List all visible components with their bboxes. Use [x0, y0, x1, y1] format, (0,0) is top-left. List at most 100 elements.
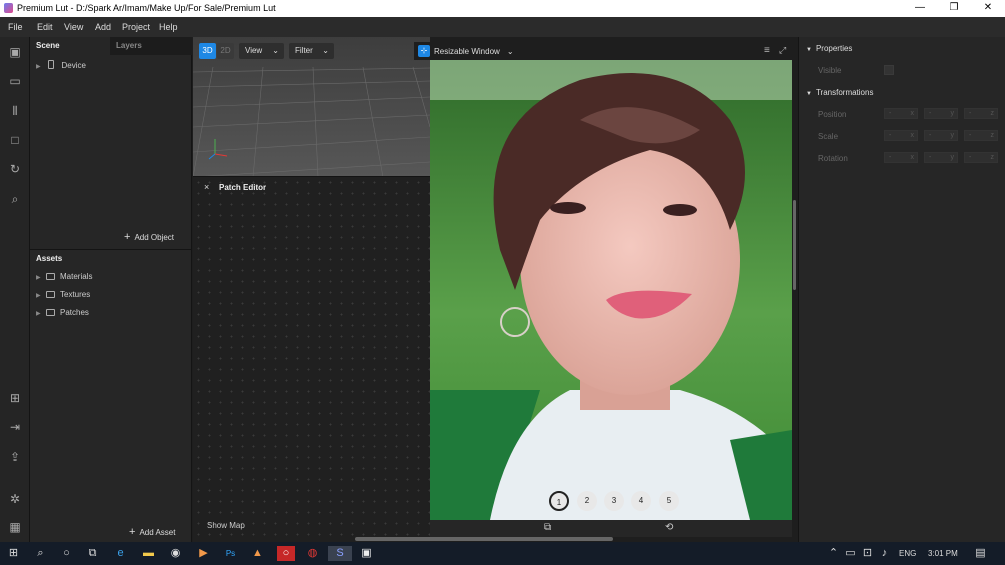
vlc-icon[interactable]: ▲	[250, 546, 265, 561]
folder-icon	[46, 291, 55, 298]
device-icon	[48, 60, 55, 69]
transformations-section[interactable]: ▼ Transformations	[806, 88, 873, 97]
view-dropdown[interactable]: View ⌄	[239, 43, 284, 59]
file-explorer-icon[interactable]: ▬	[141, 546, 156, 561]
battery-icon[interactable]: ▭	[843, 546, 858, 561]
show-map-button[interactable]: Show Map	[207, 521, 245, 530]
upload-icon[interactable]: ⇪	[7, 449, 23, 465]
spark-ar-taskbar-icon[interactable]: S	[328, 546, 352, 561]
asset-item-materials[interactable]: ▶ Materials	[36, 272, 92, 281]
camera-switch-icon[interactable]: ⧉	[544, 522, 551, 533]
menu-help[interactable]: Help	[159, 22, 178, 32]
bug-icon[interactable]: ✲	[7, 491, 23, 507]
rotation-z-field[interactable]: -z	[964, 152, 998, 163]
simulator-toolbar: ⧉ ⟲	[430, 520, 792, 537]
position-x-field[interactable]: -x	[884, 108, 918, 119]
simulator-preview[interactable]	[430, 60, 792, 520]
tab-scene[interactable]: Scene	[36, 37, 60, 55]
close-patch-icon[interactable]: ×	[204, 182, 209, 192]
search-icon[interactable]: ⌕	[7, 191, 23, 207]
maximize-button[interactable]: ❐	[937, 0, 971, 17]
expand-arrow-icon[interactable]: ▶	[36, 274, 46, 281]
refresh-icon[interactable]: ↻	[7, 161, 23, 177]
scene-viewport[interactable]: 3D 2D View ⌄ Filter ⌄	[193, 37, 430, 177]
menu-file[interactable]: File	[8, 22, 23, 32]
expand-arrow-icon[interactable]: ▶	[36, 310, 46, 317]
add-asset-button[interactable]: + Add Asset	[129, 526, 175, 538]
close-button[interactable]: ✕	[971, 0, 1005, 17]
mode-2d-button[interactable]: 2D	[217, 43, 234, 59]
popout-icon[interactable]: ⤢	[779, 45, 786, 56]
collapse-arrow-icon[interactable]: ▼	[806, 91, 812, 97]
face-dot-5[interactable]: 5	[659, 491, 679, 511]
window-mode-dropdown[interactable]: Resizable Window ⌄	[434, 47, 514, 56]
scene-item-device[interactable]: ▶ Device	[36, 60, 86, 70]
photoshop-icon[interactable]: Ps	[223, 546, 238, 561]
rotate-icon[interactable]: ⟲	[665, 522, 673, 533]
add-object-button[interactable]: + Add Object	[124, 231, 174, 243]
opera-icon[interactable]: ○	[277, 546, 295, 561]
export-icon[interactable]: ⇥	[7, 419, 23, 435]
device-label: Device	[61, 61, 86, 70]
add-file-icon[interactable]: ⊞	[7, 390, 23, 406]
position-y-field[interactable]: -y	[924, 108, 958, 119]
expand-arrow-icon[interactable]: ▶	[36, 63, 46, 70]
scale-x-field[interactable]: -x	[884, 130, 918, 141]
menu-project[interactable]: Project	[122, 22, 150, 32]
video-icon[interactable]: ▭	[7, 73, 23, 89]
app-icon[interactable]: ◉	[168, 546, 183, 561]
square-icon[interactable]: □	[7, 132, 23, 148]
face-dot-3[interactable]: 3	[604, 491, 624, 511]
terminal-icon[interactable]: ▣	[359, 546, 374, 561]
menu-add[interactable]: Add	[95, 22, 111, 32]
minimize-button[interactable]: —	[903, 0, 937, 17]
volume-icon[interactable]: ♪	[877, 546, 892, 561]
device-frame-icon[interactable]: ⊹	[418, 45, 430, 57]
media-player-icon[interactable]: ▶	[196, 546, 211, 561]
rotation-x-field[interactable]: -x	[884, 152, 918, 163]
menu-view[interactable]: View	[64, 22, 83, 32]
network-icon[interactable]: ⊡	[860, 546, 875, 561]
cortana-icon[interactable]: ○	[59, 546, 74, 561]
collapse-arrow-icon[interactable]: ▼	[806, 47, 812, 53]
simulator-header: ⊹ Resizable Window ⌄ ≡ ⤢	[414, 42, 794, 60]
scale-label: Scale	[818, 132, 839, 141]
expand-arrow-icon[interactable]: ▶	[36, 292, 46, 299]
position-z-field[interactable]: -z	[964, 108, 998, 119]
edge-icon[interactable]: e	[113, 546, 128, 561]
horizontal-scrollbar[interactable]	[355, 537, 613, 541]
menu-icon[interactable]: ≡	[764, 45, 770, 56]
face-dot-4[interactable]: 4	[631, 491, 651, 511]
face-dot-1[interactable]: 1	[549, 491, 569, 511]
patch-editor[interactable]: × Patch Editor Show Map	[193, 177, 430, 542]
chevron-up-icon[interactable]: ⌃	[826, 546, 841, 561]
properties-section[interactable]: ▼ Properties	[806, 44, 852, 53]
search-icon[interactable]: ⌕	[33, 546, 48, 561]
mode-3d-button[interactable]: 3D	[199, 43, 216, 59]
face-dot-2[interactable]: 2	[577, 491, 597, 511]
rotation-label: Rotation	[818, 154, 848, 163]
layout-icon[interactable]: ▣	[7, 44, 23, 60]
tab-layers[interactable]: Layers	[110, 37, 192, 55]
scale-z-field[interactable]: -z	[964, 130, 998, 141]
visible-checkbox[interactable]	[884, 65, 894, 75]
columns-icon[interactable]: ⫴	[7, 103, 23, 119]
menu-edit[interactable]: Edit	[37, 22, 53, 32]
vertical-scrollbar[interactable]	[793, 200, 796, 290]
properties-panel: ▼ Properties Visible ▼ Transformations Pos…	[798, 37, 1005, 542]
asset-item-textures[interactable]: ▶ Textures	[36, 290, 90, 299]
notifications-icon[interactable]: ▤	[973, 546, 988, 561]
task-view-icon[interactable]: ⧉	[85, 546, 100, 561]
start-icon[interactable]: ⊞	[6, 546, 21, 561]
filter-dropdown[interactable]: Filter ⌄	[289, 43, 334, 59]
language-indicator[interactable]: ENG	[899, 549, 916, 558]
transformations-title: Transformations	[815, 88, 874, 97]
asset-item-patches[interactable]: ▶ Patches	[36, 308, 89, 317]
clock[interactable]: 3:01 PM	[928, 549, 958, 558]
chevron-down-icon: ⌄	[272, 46, 279, 55]
asset-label: Textures	[60, 290, 91, 299]
scale-y-field[interactable]: -y	[924, 130, 958, 141]
notification-icon[interactable]: ▦	[7, 519, 23, 535]
rotation-y-field[interactable]: -y	[924, 152, 958, 163]
chrome-icon[interactable]: ◍	[305, 546, 320, 561]
